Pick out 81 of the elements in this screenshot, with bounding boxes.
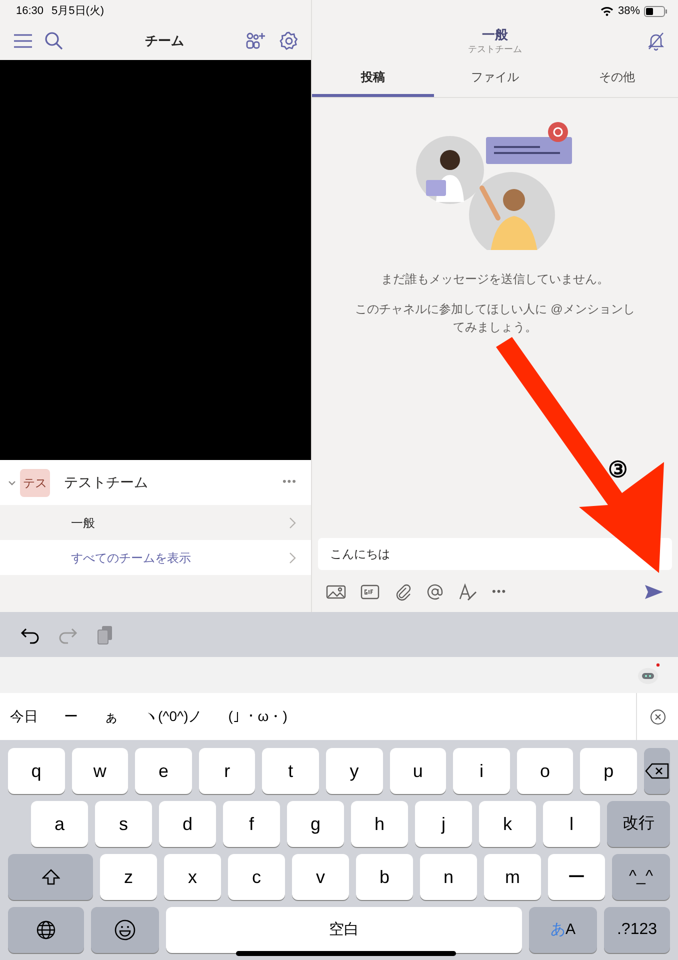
key[interactable]: y <box>326 748 383 794</box>
annotation-number: ③ <box>608 456 628 484</box>
more-button[interactable]: ••• <box>282 474 297 491</box>
status-date: 5月5日(火) <box>52 4 104 19</box>
key[interactable]: ー <box>548 854 605 900</box>
space-key[interactable]: 空白 <box>166 907 522 953</box>
team-name[interactable]: テストチーム <box>64 472 282 493</box>
key[interactable]: n <box>420 854 477 900</box>
channel-item[interactable]: すべてのチームを表示 <box>0 540 311 575</box>
key[interactable]: e <box>135 748 192 794</box>
key[interactable]: s <box>95 801 152 847</box>
robot-icon[interactable] <box>636 663 660 687</box>
candidate-word[interactable]: 今日 <box>10 706 38 727</box>
key[interactable]: i <box>453 748 510 794</box>
key[interactable]: k <box>479 801 536 847</box>
attach-icon[interactable] <box>394 583 412 601</box>
message-input[interactable]: こんにちは <box>318 538 672 570</box>
battery-percent: 38% <box>618 4 640 19</box>
search-icon[interactable] <box>44 31 64 51</box>
globe-icon <box>36 920 56 940</box>
undo-icon[interactable] <box>20 626 40 644</box>
key[interactable]: p <box>580 748 637 794</box>
clipboard-icon[interactable] <box>96 624 114 644</box>
format-text-icon[interactable] <box>458 583 478 601</box>
mention-icon[interactable] <box>426 583 444 601</box>
battery-icon <box>644 6 668 16</box>
key[interactable]: b <box>356 854 413 900</box>
key[interactable]: r <box>198 748 256 794</box>
kana-mode-key[interactable]: あA <box>529 907 597 953</box>
backspace-key[interactable] <box>644 748 670 794</box>
key[interactable]: d <box>159 801 216 847</box>
key[interactable]: c <box>228 854 285 900</box>
tab[interactable]: ファイル <box>434 60 556 97</box>
key[interactable]: u <box>390 748 446 794</box>
gif-icon[interactable] <box>360 584 380 600</box>
channel-title: 一般 <box>482 27 508 43</box>
key[interactable]: x <box>164 854 221 900</box>
key[interactable]: l <box>543 801 600 847</box>
settings-icon[interactable] <box>279 31 299 51</box>
menu-icon[interactable] <box>12 32 34 50</box>
image-icon[interactable] <box>326 584 346 600</box>
status-time: 16:30 <box>16 4 44 19</box>
tab[interactable]: 投稿 <box>312 60 434 97</box>
team-avatar: テス <box>20 468 50 496</box>
key[interactable]: h <box>351 801 408 847</box>
smiley-icon <box>114 919 136 941</box>
key[interactable]: m <box>484 854 541 900</box>
bell-muted-icon[interactable] <box>646 31 666 51</box>
key[interactable]: f <box>223 801 280 847</box>
key[interactable]: o <box>516 748 574 794</box>
chevron-right-icon <box>287 550 297 564</box>
candidate-word[interactable]: ヽ(^0^)ノ <box>144 706 202 727</box>
add-people-icon[interactable] <box>245 31 267 51</box>
key[interactable]: a <box>31 801 88 847</box>
tab[interactable]: その他 <box>556 60 678 97</box>
chevron-right-icon <box>287 516 297 530</box>
empty-message: まだ誰もメッセージを送信していません。 <box>381 271 609 288</box>
shift-icon <box>42 868 60 886</box>
emoji-key[interactable] <box>91 907 159 953</box>
key[interactable]: ^_^ <box>612 854 670 900</box>
globe-key[interactable] <box>8 907 84 953</box>
key[interactable]: t <box>262 748 319 794</box>
candidate-word[interactable]: (｣ ・ω・) <box>228 706 288 727</box>
header-title: チーム <box>144 32 185 50</box>
send-icon[interactable] <box>644 583 664 601</box>
channel-subtitle: テストチーム <box>468 43 522 55</box>
key[interactable]: g <box>287 801 344 847</box>
backspace-icon <box>644 762 670 780</box>
key[interactable]: q <box>8 748 65 794</box>
key[interactable]: z <box>100 854 157 900</box>
clear-icon[interactable] <box>650 708 666 724</box>
key[interactable]: 改行 <box>607 801 670 847</box>
candidate-word[interactable]: ぁ <box>104 706 118 727</box>
mention-hint: このチャネルに参加してほしい人に @メンションしてみましょう。 <box>354 301 636 336</box>
key[interactable]: j <box>415 801 472 847</box>
key[interactable]: .?123 <box>604 907 670 953</box>
key[interactable]: v <box>292 854 349 900</box>
key[interactable]: w <box>72 748 128 794</box>
more-options-button[interactable]: ••• <box>492 584 507 600</box>
wifi-icon <box>600 6 614 16</box>
candidate-word[interactable]: ー <box>64 706 78 727</box>
